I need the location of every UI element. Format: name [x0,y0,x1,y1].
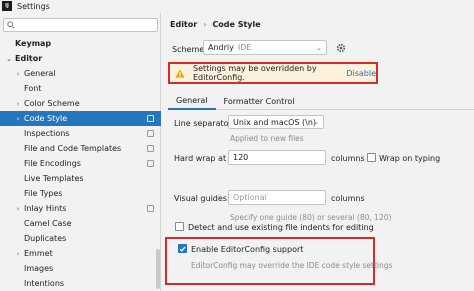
sidebar-item-label: Editor [15,54,43,63]
hard-wrap-input[interactable]: 120 [228,150,326,165]
hard-wrap-unit: columns [331,154,365,163]
chevron-right-icon[interactable]: › [15,70,21,78]
sidebar-item-label: General [24,69,56,78]
search-icon [7,21,15,29]
chevron-down-icon: ⌄ [316,44,322,52]
sidebar-item-duplicates[interactable]: Duplicates [0,231,161,246]
sidebar-item-label: File Types [24,189,63,198]
sidebar-item-label: Color Scheme [24,99,80,108]
sidebar-item-color-scheme[interactable]: › Color Scheme [0,96,161,111]
sidebar-item-font[interactable]: Font [0,81,161,96]
editorconfig-hint: EditorConfig may override the IDE code s… [191,261,393,270]
breadcrumb: Editor › Code Style [170,20,261,29]
visual-guides-placeholder: Optional [233,193,267,202]
detect-indents-checkbox[interactable] [175,222,184,231]
sidebar-item-inspections[interactable]: Inspections [0,126,161,141]
visual-guides-unit: columns [331,194,365,203]
warning-text: Settings may be overridden by EditorConf… [193,64,317,82]
chevron-right-icon[interactable]: › [15,250,21,258]
visual-guides-input[interactable]: Optional [228,190,326,205]
scheme-value: Andriy [208,43,234,52]
project-settings-icon [147,160,154,167]
chevron-right-icon[interactable]: › [15,205,21,213]
sidebar-item-label: Keymap [15,39,52,48]
tab-formatter-control[interactable]: Formatter Control [216,93,303,110]
sidebar-item-label: Inspections [24,129,70,138]
sidebar-item-images[interactable]: Images [0,261,161,276]
sidebar-scrollbar[interactable] [156,249,160,289]
sidebar-item-general[interactable]: › General [0,66,161,81]
disable-link[interactable]: Disable [346,69,376,78]
wrap-on-typing-checkbox[interactable] [367,153,376,162]
project-settings-icon [147,145,154,152]
project-settings-icon [147,115,154,122]
sidebar-item-label: Images [24,264,54,273]
detect-indents-label: Detect and use existing file indents for… [188,223,374,232]
scheme-tag: IDE [237,43,252,52]
search-input[interactable] [3,18,158,32]
scheme-dropdown[interactable]: Andriy IDE ⌄ [203,40,327,55]
sidebar-item-label: Live Templates [24,174,84,183]
visual-guides-label: Visual guides: [174,194,230,203]
chevron-right-icon[interactable]: › [15,115,21,123]
settings-sidebar: Keymap ⌄ Editor › General Font › Color S… [0,13,161,291]
sidebar-item-keymap[interactable]: Keymap [0,36,161,51]
line-separator-dropdown[interactable]: Unix and macOS (\n) ⌄ [228,115,324,129]
sidebar-item-label: Camel Case [24,219,72,228]
project-settings-icon [147,205,154,212]
sidebar-item-camel-case[interactable]: Camel Case [0,216,161,231]
warning-icon [175,68,185,78]
title-bar: IJ Settings [0,0,474,12]
sidebar-item-label: Code Style [24,114,68,123]
sidebar-item-live-templates[interactable]: Live Templates [0,171,161,186]
chevron-right-icon[interactable]: › [15,100,21,108]
line-separator-label: Line separator: [174,119,235,128]
sidebar-item-label: File and Code Templates [24,144,122,153]
visual-guides-hint: Specify one guide (80) or several (80, 1… [230,213,392,222]
window-title: Settings [17,1,50,11]
project-settings-icon [147,130,154,137]
gear-icon[interactable] [335,42,347,54]
tab-general[interactable]: General [168,93,216,110]
editorconfig-label: Enable EditorConfig support [191,245,304,254]
breadcrumb-editor[interactable]: Editor [170,20,197,29]
chevron-down-icon[interactable]: ⌄ [6,55,12,63]
line-separator-hint: Applied to new files [230,134,304,143]
hard-wrap-label: Hard wrap at [174,154,227,163]
sidebar-item-label: Duplicates [24,234,67,243]
tab-bar: General Formatter Control [168,93,474,110]
checkmark-icon [179,246,186,252]
sidebar-item-file-types[interactable]: File Types [0,186,161,201]
sidebar-item-file-and-code-templates[interactable]: File and Code Templates [0,141,161,156]
sidebar-item-label: Emmet [24,249,53,258]
sidebar-item-file-encodings[interactable]: File Encodings [0,156,161,171]
wrap-on-typing-label: Wrap on typing [379,154,441,163]
app-icon: IJ [2,1,12,11]
editorconfig-warning-banner: Settings may be overridden by EditorConf… [168,62,378,84]
sidebar-item-editor[interactable]: ⌄ Editor [0,51,161,66]
scheme-label: Scheme: [172,45,207,54]
sidebar-item-emmet[interactable]: › Emmet [0,246,161,261]
sidebar-item-code-style[interactable]: › Code Style [0,111,161,126]
hard-wrap-value: 120 [233,153,249,162]
sidebar-item-intentions[interactable]: Intentions [0,276,161,291]
sidebar-item-label: File Encodings [24,159,81,168]
sidebar-item-label: Font [24,84,42,93]
settings-content: Editor › Code Style Scheme: Andriy IDE ⌄… [162,13,474,291]
sidebar-item-label: Intentions [24,279,65,288]
breadcrumb-code-style: Code Style [212,20,261,29]
sidebar-item-label: Inlay Hints [24,204,67,213]
chevron-down-icon: ⌄ [313,118,319,126]
breadcrumb-separator: › [203,20,207,29]
sidebar-item-inlay-hints[interactable]: › Inlay Hints [0,201,161,216]
line-separator-value: Unix and macOS (\n) [233,117,317,127]
editorconfig-checkbox[interactable] [178,244,187,253]
